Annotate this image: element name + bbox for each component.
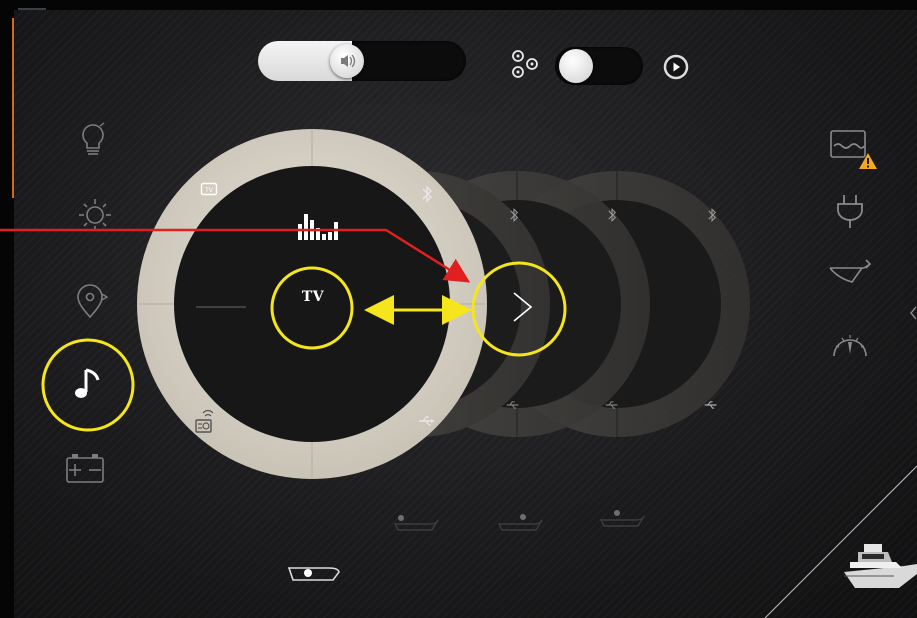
yacht-image[interactable]	[836, 532, 917, 592]
svg-text:TV: TV	[204, 187, 214, 194]
radio-icon[interactable]	[194, 408, 214, 434]
source-wheels	[137, 129, 750, 479]
boat-zone-bow-icon[interactable]	[598, 506, 646, 530]
boat-zone-stern-icon[interactable]	[392, 512, 440, 534]
usb-icon[interactable]	[418, 414, 436, 428]
usb-icon-ghost-2	[605, 399, 619, 411]
usb-icon-ghost-3	[704, 399, 718, 411]
usb-icon-ghost-1	[506, 399, 520, 411]
bluetooth-icon[interactable]	[420, 183, 434, 205]
bluetooth-icon-ghost-3	[706, 206, 718, 224]
boat-zone-active-icon[interactable]	[286, 558, 342, 584]
equalizer-icon	[296, 210, 340, 242]
bluetooth-icon-ghost-1	[508, 206, 520, 224]
active-source-label[interactable]: TV	[278, 289, 348, 305]
chevron-right-icon[interactable]	[510, 290, 536, 328]
bluetooth-icon-ghost-2	[606, 206, 618, 224]
boat-zone-mid-icon[interactable]	[496, 510, 544, 534]
tv-small-icon[interactable]: TV	[200, 182, 218, 198]
